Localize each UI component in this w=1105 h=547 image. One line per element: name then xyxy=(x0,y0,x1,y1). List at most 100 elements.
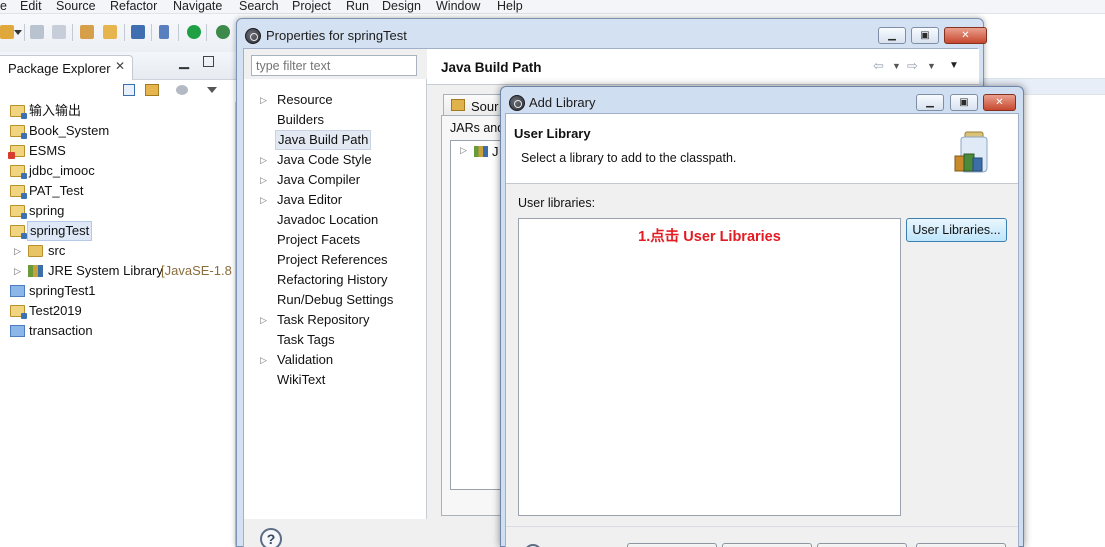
tree-item-label: 输入输出 xyxy=(29,103,82,118)
nav-item-label: Project Facets xyxy=(277,232,361,247)
package-folder-icon xyxy=(28,245,43,257)
tree-item-project[interactable]: spring xyxy=(0,201,236,221)
toolbar-separator xyxy=(124,24,125,41)
menu-edit[interactable]: Edit xyxy=(20,0,42,12)
menu-design[interactable]: Design xyxy=(382,0,421,12)
eclipse-icon xyxy=(509,95,525,111)
tree-item-project[interactable]: transaction xyxy=(0,321,236,341)
maximize-button[interactable]: ▣ xyxy=(911,27,939,44)
menu-help[interactable]: Help xyxy=(497,0,523,12)
tree-item-project[interactable]: Book_System xyxy=(0,121,236,141)
chevron-down-icon[interactable] xyxy=(14,30,22,36)
debug-skip-icon[interactable] xyxy=(159,25,169,39)
focus-icon[interactable] xyxy=(176,85,188,95)
close-icon[interactable]: ✕ xyxy=(115,59,125,73)
tree-item-label: JRE System Library xyxy=(48,263,163,278)
view-toolbar xyxy=(0,80,236,102)
expand-icon[interactable]: ▷ xyxy=(14,261,21,281)
tree-item-library[interactable]: ▷ JRE System Library [JavaSE-1.8 xyxy=(0,261,236,281)
tree-item-project[interactable]: ESMS xyxy=(0,141,236,161)
expand-icon[interactable]: ▷ xyxy=(260,350,267,370)
tree-item-project[interactable]: Test2019 xyxy=(0,301,236,321)
minimize-button[interactable]: ▁ xyxy=(916,94,944,111)
close-button[interactable]: ✕ xyxy=(944,27,987,44)
filter-input[interactable] xyxy=(251,55,417,76)
package-explorer-tab[interactable]: Package Explorer ✕ xyxy=(0,55,133,80)
tree-item-project[interactable]: springTest xyxy=(0,221,236,241)
power-icon[interactable] xyxy=(187,25,201,39)
help-icon[interactable]: ? xyxy=(260,528,282,547)
user-libraries-button[interactable]: User Libraries... xyxy=(906,218,1007,242)
menu-run[interactable]: Run xyxy=(346,0,369,12)
maximize-button[interactable]: ▣ xyxy=(950,94,978,111)
new-icon[interactable] xyxy=(0,25,14,39)
chevron-down-icon[interactable]: ▼ xyxy=(927,61,936,71)
close-button[interactable]: ✕ xyxy=(983,94,1016,111)
back-arrow-icon[interactable]: ⇦ xyxy=(873,58,884,74)
finish-button[interactable] xyxy=(817,543,907,547)
expand-icon[interactable]: ▷ xyxy=(260,190,267,210)
tree-item-source-folder[interactable]: ▷ src xyxy=(0,241,236,261)
expand-icon[interactable]: ▷ xyxy=(260,310,267,330)
forward-arrow-icon[interactable]: ⇨ xyxy=(907,58,918,74)
nav-item-label: Resource xyxy=(277,92,333,107)
menu-file[interactable]: e xyxy=(0,0,7,12)
back-button[interactable] xyxy=(627,543,717,547)
page-title: Java Build Path xyxy=(441,60,542,75)
expand-icon[interactable]: ▷ xyxy=(260,90,267,110)
menu-navigate[interactable]: Navigate xyxy=(173,0,222,12)
menu-source[interactable]: Source xyxy=(56,0,96,12)
jars-label: JARs and xyxy=(450,121,505,135)
expand-icon[interactable]: ▷ xyxy=(260,170,267,190)
save-all-icon[interactable] xyxy=(52,25,66,39)
nav-item-label: Java Code Style xyxy=(277,152,372,167)
project-folder-icon xyxy=(10,305,27,319)
expand-icon[interactable]: ▷ xyxy=(460,145,467,156)
project-folder-icon xyxy=(10,185,27,199)
expand-icon[interactable]: ▷ xyxy=(14,241,21,261)
package-explorer-tab-label: Package Explorer xyxy=(8,61,111,76)
menu-search[interactable]: Search xyxy=(239,0,279,12)
collapse-all-icon[interactable] xyxy=(123,84,135,96)
tree-item-label: PAT_Test xyxy=(29,183,84,198)
view-menu-icon[interactable] xyxy=(207,87,217,93)
library-icon xyxy=(28,265,43,277)
tree-item-project[interactable]: PAT_Test xyxy=(0,181,236,201)
minimize-icon[interactable]: ▁ xyxy=(179,54,189,70)
next-button[interactable] xyxy=(722,543,812,547)
nav-item-label: Task Repository xyxy=(277,312,370,327)
project-folder-icon xyxy=(10,225,27,239)
nav-item-label: Refactoring History xyxy=(277,272,388,287)
menu-project[interactable]: Project xyxy=(292,0,331,12)
user-libraries-list[interactable]: 1.点击 User Libraries xyxy=(518,218,901,516)
tree-item-label: src xyxy=(48,243,66,258)
library-icon xyxy=(474,146,488,157)
console-icon[interactable] xyxy=(131,25,145,39)
cancel-button[interactable] xyxy=(916,543,1006,547)
save-icon[interactable] xyxy=(30,25,44,39)
menu-refactor[interactable]: Refactor xyxy=(110,0,157,12)
tree-item-project[interactable]: jdbc_imooc xyxy=(0,161,236,181)
chevron-down-icon[interactable]: ▼ xyxy=(892,61,901,71)
tree-item-label: Book_System xyxy=(29,123,110,138)
maximize-icon[interactable] xyxy=(203,56,214,67)
minimize-button[interactable]: ▁ xyxy=(878,27,906,44)
open-resource-icon[interactable] xyxy=(103,25,117,39)
project-folder-icon xyxy=(10,165,27,179)
bug-icon[interactable] xyxy=(216,25,230,39)
view-menu-icon[interactable]: ▼ xyxy=(949,60,959,71)
nav-item-label: Builders xyxy=(277,112,324,127)
tab-source-label: Sour xyxy=(471,99,499,114)
link-with-editor-icon[interactable] xyxy=(145,84,159,96)
dialog-footer xyxy=(506,526,1018,547)
tree-item-project[interactable]: 输入输出 xyxy=(0,101,236,121)
menu-window[interactable]: Window xyxy=(436,0,480,12)
page-header: Java Build Path ⇦ ▼ ⇨ ▼ ▼ xyxy=(427,49,979,85)
toolbar-separator xyxy=(151,24,152,41)
nav-item-label: Run/Debug Settings xyxy=(277,292,394,307)
expand-icon[interactable]: ▷ xyxy=(260,150,267,170)
dialog-body: User Library Select a library to add to … xyxy=(505,113,1019,547)
tree-item-project[interactable]: springTest1 xyxy=(0,281,236,301)
open-type-icon[interactable] xyxy=(80,25,94,39)
menu-bar: e Edit Source Refactor Navigate Search P… xyxy=(0,0,1105,14)
